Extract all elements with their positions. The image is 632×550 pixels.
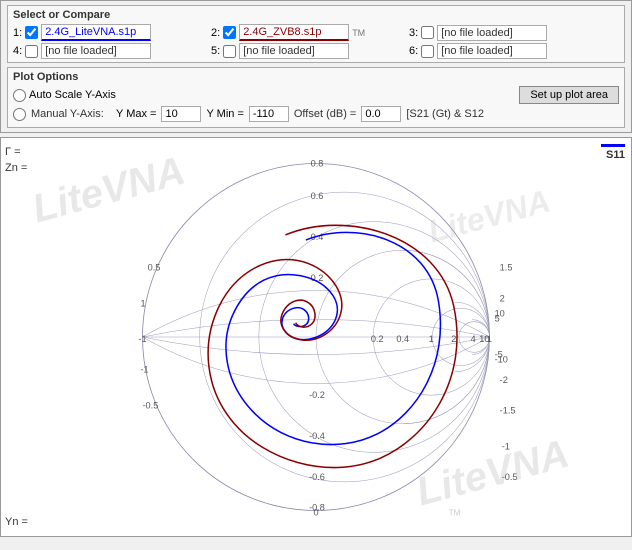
- svg-text:2: 2: [451, 334, 456, 344]
- manual-scale-radio[interactable]: [13, 108, 26, 121]
- file-name-6[interactable]: [no file loaded]: [437, 43, 547, 59]
- tm-watermark: TM: [449, 509, 461, 518]
- svg-text:10: 10: [495, 309, 505, 319]
- file-name-4[interactable]: [no file loaded]: [41, 43, 151, 59]
- file-name-2[interactable]: 2.4G_ZVB8.s1p: [239, 24, 349, 41]
- zn-label: Zn =: [5, 162, 27, 174]
- file-rows: 1: 2.4G_LiteVNA.s1p 2: 2.4G_ZVB8.s1p TM …: [13, 24, 619, 59]
- svg-text:10: 10: [479, 334, 489, 344]
- file-item-4: 4: [no file loaded]: [13, 43, 203, 59]
- svg-text:-1: -1: [140, 365, 148, 375]
- svg-text:0.4: 0.4: [396, 334, 409, 344]
- svg-text:-1: -1: [502, 441, 510, 451]
- plot-area: LiteVNA LiteVNA LiteVNA Γ = Zn = Yn = S1…: [0, 137, 632, 537]
- svg-text:1: 1: [429, 334, 434, 344]
- file-item-1: 1: 2.4G_LiteVNA.s1p: [13, 24, 203, 41]
- svg-text:0.5: 0.5: [148, 263, 161, 273]
- legend-box: S11: [601, 144, 625, 161]
- svg-text:-0.2: -0.2: [309, 390, 325, 400]
- svg-text:-2: -2: [500, 375, 508, 385]
- auto-scale-label: Auto Scale Y-Axis: [29, 89, 116, 101]
- svg-text:0.2: 0.2: [371, 334, 384, 344]
- file-item-5: 5: [no file loaded]: [211, 43, 401, 59]
- file-num-2: 2:: [211, 27, 220, 39]
- svg-text:2: 2: [500, 293, 505, 303]
- file-num-1: 1:: [13, 27, 22, 39]
- y-max-input[interactable]: 10: [161, 106, 201, 122]
- file-num-3: 3:: [409, 27, 418, 39]
- file-item-3: 3: [no file loaded]: [409, 25, 599, 41]
- plot-options-title: Plot Options: [13, 71, 619, 83]
- svg-text:-0.5: -0.5: [143, 400, 159, 410]
- y-min-input[interactable]: -110: [249, 106, 289, 122]
- plot-left-info: Γ = Zn =: [5, 146, 27, 174]
- plot-bottom-info: Yn =: [5, 516, 28, 528]
- file-item-6: 6: [no file loaded]: [409, 43, 599, 59]
- svg-text:0.8: 0.8: [311, 159, 324, 169]
- plot-options-row-2: Manual Y-Axis: Y Max = 10 Y Min = -110 O…: [13, 106, 619, 122]
- file-num-6: 6:: [409, 45, 418, 57]
- legend-item-blue: [601, 144, 625, 147]
- file-checkbox-3[interactable]: [421, 26, 434, 39]
- file-item-2: 2: 2.4G_ZVB8.s1p TM: [211, 24, 401, 41]
- svg-text:1: 1: [140, 298, 145, 308]
- y-min-label: Y Min =: [206, 108, 243, 120]
- s21-label: [S21 (Gt) & S12: [406, 108, 484, 120]
- file-checkbox-6[interactable]: [421, 45, 434, 58]
- file-num-5: 5:: [211, 45, 220, 57]
- legend-line-blue: [601, 144, 625, 147]
- manual-y-label: Manual Y-Axis:: [31, 108, 111, 120]
- file-row-1: 1: 2.4G_LiteVNA.s1p 2: 2.4G_ZVB8.s1p TM …: [13, 24, 619, 41]
- gamma-label: Γ =: [5, 146, 27, 158]
- file-checkbox-1[interactable]: [25, 26, 38, 39]
- file-row-2: 4: [no file loaded] 5: [no file loaded] …: [13, 43, 619, 59]
- file-checkbox-4[interactable]: [25, 45, 38, 58]
- file-name-3[interactable]: [no file loaded]: [437, 25, 547, 41]
- svg-text:-0.6: -0.6: [309, 472, 325, 482]
- svg-text:-0.8: -0.8: [309, 502, 325, 512]
- y-max-label: Y Max =: [116, 108, 156, 120]
- setup-plot-btn[interactable]: Set up plot area: [519, 86, 619, 104]
- svg-text:1.5: 1.5: [500, 263, 513, 273]
- offset-label: Offset (dB) =: [294, 108, 356, 120]
- file-name-5[interactable]: [no file loaded]: [239, 43, 349, 59]
- file-num-4: 4:: [13, 45, 22, 57]
- yn-label: Yn =: [5, 516, 28, 528]
- svg-text:0.6: 0.6: [311, 191, 324, 201]
- select-compare-title: Select or Compare: [13, 9, 619, 21]
- svg-text:-0.4: -0.4: [309, 431, 325, 441]
- plot-options-row-1: Auto Scale Y-Axis Set up plot area: [13, 86, 619, 104]
- auto-scale-radio[interactable]: [13, 89, 26, 102]
- svg-text:4: 4: [471, 334, 476, 344]
- tm-badge-1: TM: [352, 28, 365, 38]
- file-checkbox-2[interactable]: [223, 26, 236, 39]
- file-section: Select or Compare 1: 2.4G_LiteVNA.s1p 2:…: [7, 5, 625, 63]
- smith-chart-svg: 0 -1 1 0.8 0.6 0.4 0.2 -0.2 -0.4 -0.6 -0…: [1, 138, 631, 536]
- file-name-1[interactable]: 2.4G_LiteVNA.s1p: [41, 24, 151, 41]
- plot-options-section: Plot Options Auto Scale Y-Axis Set up pl…: [7, 67, 625, 128]
- file-checkbox-5[interactable]: [223, 45, 236, 58]
- offset-input[interactable]: 0.0: [361, 106, 401, 122]
- svg-text:-10: -10: [495, 355, 508, 365]
- svg-text:-1.5: -1.5: [500, 406, 516, 416]
- manual-y-row: Manual Y-Axis: Y Max = 10 Y Min = -110 O…: [13, 106, 484, 122]
- s11-legend-label: S11: [601, 149, 625, 161]
- svg-text:-1: -1: [138, 334, 146, 344]
- auto-scale-radio-group: Auto Scale Y-Axis: [13, 89, 116, 102]
- svg-text:-0.5: -0.5: [502, 472, 518, 482]
